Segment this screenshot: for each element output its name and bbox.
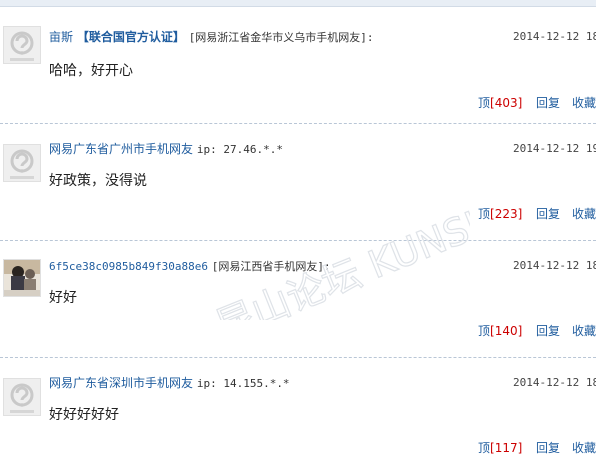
comment-timestamp: 2014-12-12 18: (513, 30, 596, 43)
comment-timestamp: 2014-12-12 19: (513, 142, 596, 155)
favorite-button[interactable]: 收藏 (572, 206, 596, 222)
default-avatar-icon[interactable] (3, 378, 41, 416)
photo-avatar[interactable] (3, 259, 41, 297)
upvote-label: 顶 (478, 324, 491, 338)
default-avatar-icon[interactable] (3, 144, 41, 182)
comment-meta: 网易广东省广州市手机网友 ip: 27.46.*.* (49, 141, 283, 158)
reply-button[interactable]: 回复 (536, 323, 560, 339)
user-ip: ip: 14.155.*.* (196, 377, 290, 390)
upvote-button[interactable]: 顶[223] (478, 206, 522, 222)
username-link[interactable]: 6f5ce38c0985b849f30a88e6 (49, 260, 208, 273)
reply-button[interactable]: 回复 (536, 206, 560, 222)
favorite-button[interactable]: 收藏 (572, 95, 596, 111)
favorite-button[interactable]: 收藏 (572, 440, 596, 456)
reply-button[interactable]: 回复 (536, 95, 560, 111)
upvote-count: [140] (490, 324, 523, 338)
comment-meta: 网易广东省深圳市手机网友 ip: 14.155.*.* (49, 375, 290, 392)
upvote-label: 顶 (478, 207, 491, 221)
default-avatar-icon[interactable] (3, 26, 41, 64)
reply-button[interactable]: 回复 (536, 440, 560, 456)
comment-timestamp: 2014-12-12 18: (513, 376, 596, 389)
favorite-button[interactable]: 收藏 (572, 323, 596, 339)
upvote-label: 顶 (478, 441, 491, 455)
comment-item: 亩斯 【联合国官方认证】 [网易浙江省金华市义乌市手机网友]: 2014-12-… (0, 6, 596, 123)
certification-badge: 【联合国官方认证】 (76, 30, 185, 44)
upvote-label: 顶 (478, 96, 491, 110)
comment-content: 好好 (49, 290, 77, 306)
username-link[interactable]: 网易广东省深圳市手机网友 (49, 376, 193, 390)
upvote-button[interactable]: 顶[117] (478, 440, 522, 456)
username-link[interactable]: 网易广东省广州市手机网友 (49, 142, 193, 156)
comment-content: 好政策，没得说 (49, 173, 147, 189)
user-location: [网易江西省手机网友]: (211, 260, 331, 273)
comment-meta: 6f5ce38c0985b849f30a88e6 [网易江西省手机网友]: (49, 258, 331, 275)
comment-item: 网易广东省广州市手机网友 ip: 27.46.*.* 2014-12-12 19… (0, 124, 596, 241)
username-link[interactable]: 亩斯 (49, 30, 73, 44)
comment-content: 好好好好好 (49, 407, 119, 423)
comment-item: 6f5ce38c0985b849f30a88e6 [网易江西省手机网友]: 20… (0, 241, 596, 358)
upvote-count: [223] (490, 207, 523, 221)
comment-timestamp: 2014-12-12 18: (513, 259, 596, 272)
upvote-count: [117] (490, 441, 523, 455)
comment-meta: 亩斯 【联合国官方认证】 [网易浙江省金华市义乌市手机网友]: (49, 29, 374, 46)
user-ip: ip: 27.46.*.* (196, 143, 283, 156)
upvote-count: [403] (490, 96, 523, 110)
upvote-button[interactable]: 顶[403] (478, 95, 522, 111)
comment-content: 哈哈，好开心 (49, 63, 133, 79)
user-location: [网易浙江省金华市义乌市手机网友]: (188, 31, 374, 44)
comment-item: 网易广东省深圳市手机网友 ip: 14.155.*.* 2014-12-12 1… (0, 358, 596, 475)
upvote-button[interactable]: 顶[140] (478, 323, 522, 339)
